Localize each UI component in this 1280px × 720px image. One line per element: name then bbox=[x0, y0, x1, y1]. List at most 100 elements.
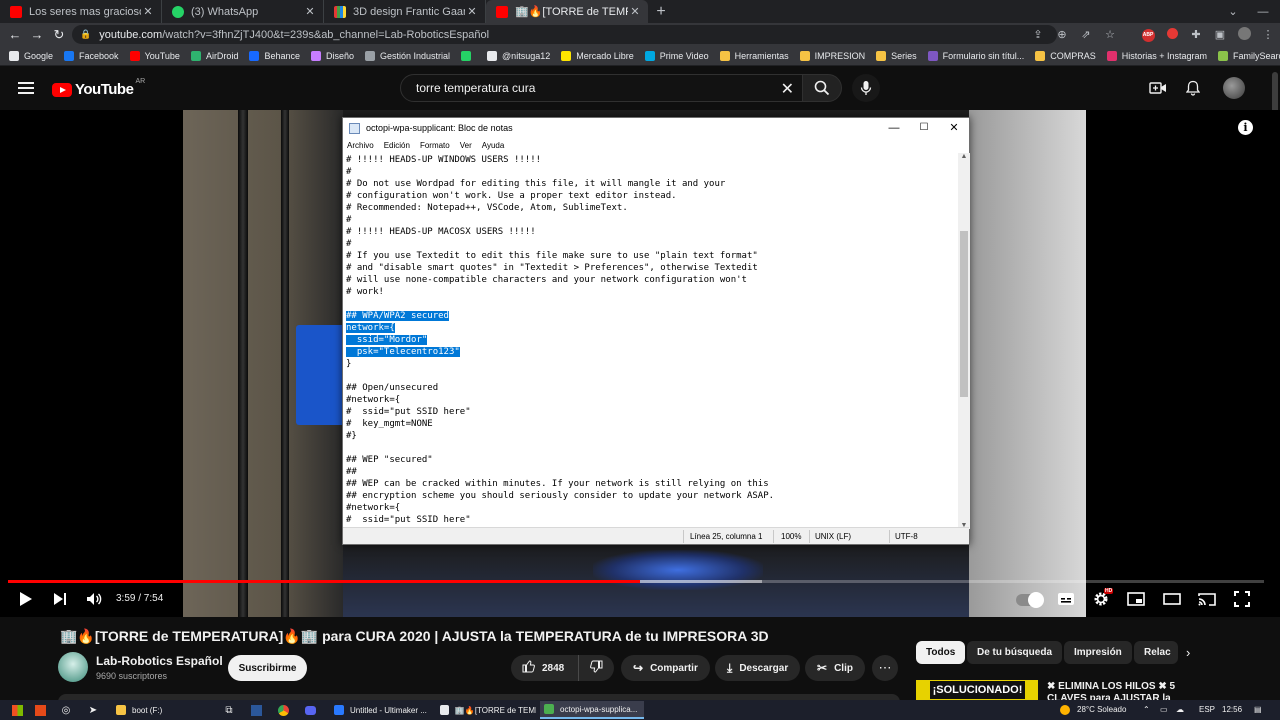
bookmark-item[interactable]: Herramientas bbox=[719, 50, 789, 61]
video-player[interactable]: i octopi-wpa-supplicant: Bloc de notas —… bbox=[0, 110, 1280, 617]
bookmark-item[interactable]: Formulario sin títul... bbox=[927, 50, 1024, 61]
app-icon[interactable]: ⧉ bbox=[222, 703, 236, 717]
taskbar-app[interactable]: octopi-wpa-supplica... bbox=[540, 701, 644, 719]
clock[interactable]: 12:56 bbox=[1222, 705, 1242, 714]
bookmark-item[interactable]: Gestión Industrial bbox=[365, 50, 450, 61]
chip-all[interactable]: Todos bbox=[916, 641, 966, 664]
notepad-menu-item[interactable]: Ver bbox=[460, 141, 472, 150]
notepad-menu-item[interactable]: Ayuda bbox=[482, 141, 505, 150]
back-icon[interactable]: ← bbox=[4, 27, 26, 42]
forward-icon[interactable]: → bbox=[26, 27, 48, 42]
hamburger-menu-icon[interactable] bbox=[18, 82, 34, 97]
close-tab-icon[interactable]: ✕ bbox=[141, 5, 155, 18]
chip-related[interactable]: Relac bbox=[1134, 641, 1178, 664]
new-tab-button[interactable]: + bbox=[648, 1, 674, 23]
more-actions-button[interactable]: ⋯ bbox=[872, 655, 898, 681]
steam-icon[interactable]: ➤ bbox=[86, 703, 100, 717]
next-button[interactable] bbox=[50, 588, 70, 610]
bookmark-item[interactable]: Historias + Instagram bbox=[1106, 50, 1207, 61]
close-tab-icon[interactable]: ✕ bbox=[465, 5, 479, 18]
profile-avatar-icon[interactable] bbox=[1232, 26, 1256, 43]
subscribe-button[interactable]: Suscribirme bbox=[228, 655, 307, 681]
bookmark-item[interactable]: Mercado Libre bbox=[561, 50, 634, 61]
subtitles-button[interactable] bbox=[1056, 588, 1076, 610]
download-button[interactable]: ⤓ Descargar bbox=[715, 655, 801, 681]
fullscreen-button[interactable] bbox=[1232, 588, 1252, 610]
dislike-button[interactable] bbox=[579, 660, 614, 676]
info-icon[interactable]: i bbox=[1238, 120, 1253, 135]
tab-search-icon[interactable]: ⌄ bbox=[1216, 0, 1250, 23]
tray-onedrive-icon[interactable]: ☁ bbox=[1176, 705, 1184, 714]
chevron-right-icon[interactable]: › bbox=[1186, 645, 1190, 660]
bookmark-item[interactable] bbox=[461, 50, 476, 61]
clear-search-icon[interactable]: ✕ bbox=[781, 79, 794, 99]
start-icon[interactable] bbox=[10, 703, 24, 717]
notifications-icon[interactable]: ▤ bbox=[1254, 705, 1262, 714]
voice-search-button[interactable] bbox=[852, 74, 880, 102]
notifications-bell-icon[interactable] bbox=[1183, 78, 1203, 98]
bookmark-item[interactable]: IMPRESION bbox=[799, 50, 865, 61]
channel-name[interactable]: Lab-Robotics Español bbox=[96, 654, 223, 668]
maximize-icon[interactable]: ☐ bbox=[909, 121, 939, 135]
side-panel-icon[interactable]: ▣ bbox=[1208, 28, 1232, 41]
menu-kebab-icon[interactable]: ⋮ bbox=[1256, 28, 1280, 41]
miniplayer-button[interactable] bbox=[1126, 588, 1146, 610]
chrome-icon[interactable] bbox=[276, 703, 290, 717]
progress-bar[interactable] bbox=[8, 580, 1264, 583]
taskbar-app[interactable]: Untitled - Ultimaker ... bbox=[330, 701, 430, 719]
autoplay-toggle[interactable] bbox=[1016, 592, 1044, 608]
bookmark-item[interactable]: AirDroid bbox=[190, 50, 238, 61]
bookmark-item[interactable]: COMPRAS bbox=[1035, 50, 1096, 61]
tray-chevron-icon[interactable]: ⌃ bbox=[1143, 705, 1150, 714]
cast-button[interactable] bbox=[1197, 588, 1217, 610]
bookmark-item[interactable]: Behance bbox=[249, 50, 300, 61]
play-button[interactable] bbox=[16, 588, 36, 610]
search-button[interactable] bbox=[802, 74, 842, 102]
theater-mode-button[interactable] bbox=[1162, 588, 1182, 610]
browser-tab[interactable]: Los seres mas gracioso de la fic ✕ bbox=[0, 0, 162, 23]
bookmark-item[interactable]: FamilySearch bbox=[1218, 50, 1280, 61]
search-taskbar-icon[interactable]: ◎ bbox=[59, 703, 73, 717]
notepad-menu-item[interactable]: Formato bbox=[420, 141, 450, 150]
bookmark-item[interactable]: Prime Video bbox=[644, 50, 709, 61]
minimize-window-icon[interactable]: — bbox=[1246, 0, 1280, 23]
bookmark-item[interactable]: YouTube bbox=[129, 50, 180, 61]
bookmark-item[interactable]: Google bbox=[9, 50, 53, 61]
tray-app-icon[interactable]: ▭ bbox=[1160, 705, 1168, 714]
bookmark-item[interactable]: @nitsuga12 bbox=[487, 50, 550, 61]
share-button[interactable]: ↪ Compartir bbox=[621, 655, 710, 681]
clip-button[interactable]: ✂ Clip bbox=[805, 655, 865, 681]
notepad-menu-item[interactable]: Edición bbox=[384, 141, 410, 150]
widgets-icon[interactable] bbox=[33, 703, 47, 717]
recommended-thumbnail[interactable]: ¡SOLUCIONADO! bbox=[916, 680, 1038, 700]
close-tab-icon[interactable]: ✕ bbox=[303, 5, 317, 18]
reload-icon[interactable]: ↻ bbox=[48, 27, 70, 43]
chip-from-search[interactable]: De tu búsqueda bbox=[967, 641, 1063, 664]
like-button[interactable]: 2848 bbox=[511, 655, 579, 681]
bookmark-item[interactable]: Facebook bbox=[64, 50, 119, 61]
language-indicator[interactable]: ESP bbox=[1199, 705, 1215, 714]
notepad-text-area[interactable]: # !!!!! HEADS-UP WINDOWS USERS !!!!! # # D… bbox=[343, 153, 958, 529]
bookmark-item[interactable]: Series bbox=[876, 50, 917, 61]
adblock-icon[interactable]: ABP bbox=[1136, 27, 1160, 42]
bookmark-item[interactable]: Diseño bbox=[310, 50, 354, 61]
browser-tab[interactable]: 3D design Frantic Gaaris | Tinker ✕ bbox=[324, 0, 486, 23]
user-avatar[interactable] bbox=[1223, 77, 1245, 99]
channel-avatar[interactable] bbox=[58, 652, 88, 682]
volume-button[interactable] bbox=[84, 588, 104, 610]
address-bar[interactable]: 🔒 youtube.com /watch?v=3fhnZjTJ400&t=239… bbox=[72, 25, 1057, 44]
browser-tab[interactable]: (3) WhatsApp ✕ bbox=[162, 0, 324, 23]
taskbar-app[interactable]: boot (F:) bbox=[112, 701, 212, 719]
chip-impresion[interactable]: Impresión bbox=[1064, 641, 1132, 664]
minimize-icon[interactable]: — bbox=[879, 121, 909, 135]
browser-tab-active[interactable]: 🏢🔥[TORRE de TEMPERATURA]🔥 ✕ bbox=[486, 0, 648, 23]
share-icon[interactable]: ⇗ bbox=[1074, 28, 1098, 41]
install-app-icon[interactable]: ⇪ bbox=[1026, 28, 1050, 41]
discord-icon[interactable] bbox=[303, 703, 317, 717]
notepad-menu-item[interactable]: Archivo bbox=[347, 141, 374, 150]
search-input[interactable]: torre temperatura cura ✕ bbox=[400, 74, 803, 102]
scrollbar-thumb[interactable] bbox=[960, 231, 968, 397]
extensions-puzzle-icon[interactable]: ✚ bbox=[1184, 28, 1208, 41]
create-video-icon[interactable] bbox=[1148, 78, 1168, 98]
bookmark-star-icon[interactable]: ☆ bbox=[1098, 28, 1122, 41]
